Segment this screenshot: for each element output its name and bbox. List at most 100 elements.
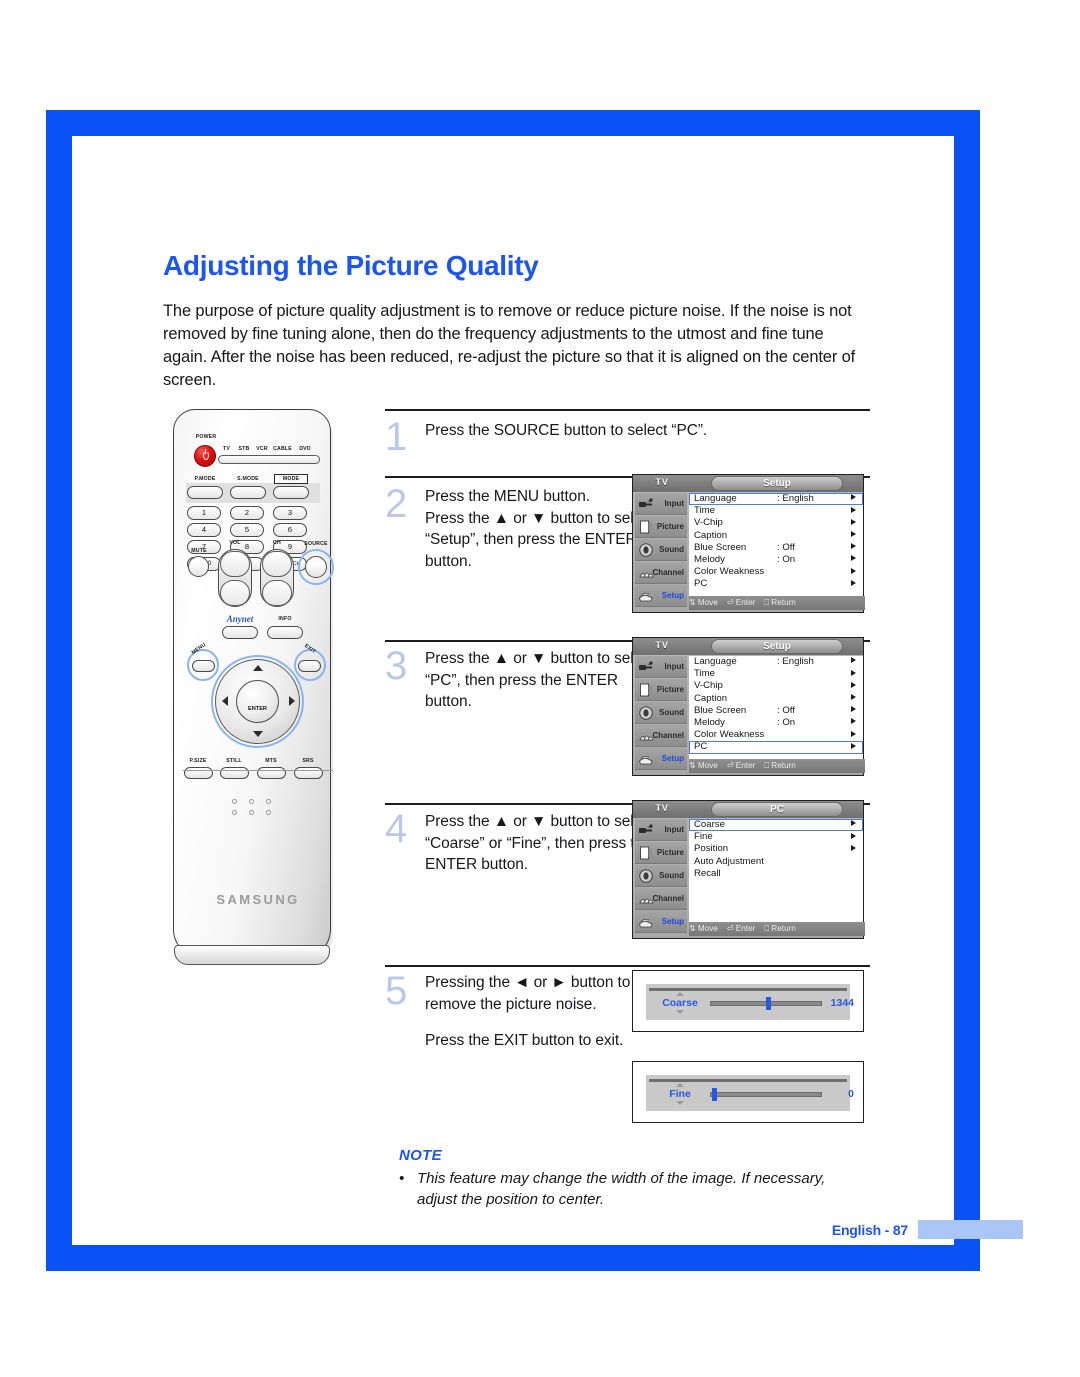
caret-up-icon[interactable] (676, 992, 684, 996)
volume-down-button[interactable] (220, 580, 250, 606)
remote-body: POWER TV STB VCR CABLE DVD P.MODE S.MODE… (173, 409, 334, 959)
osd-sidebar-item-setup[interactable]: Setup (635, 911, 687, 933)
slider-handle[interactable] (766, 997, 771, 1010)
osd-sidebar-item-picture[interactable]: Picture (635, 842, 687, 864)
osd-sidebar-item-picture[interactable]: Picture (635, 516, 687, 538)
keypad-3[interactable]: 3 (273, 506, 307, 520)
channel-rocker[interactable] (260, 549, 294, 607)
caret-up-icon[interactable] (676, 1083, 684, 1087)
return-key-icon: ⎕ (764, 598, 770, 607)
osd-menu-item[interactable]: Caption (689, 693, 863, 705)
dpad-left-icon[interactable] (222, 695, 228, 706)
osd-menu-item[interactable]: Coarse (689, 819, 863, 832)
osd-sidebar-item-sound[interactable]: Sound (635, 865, 687, 887)
volume-up-button[interactable] (220, 551, 250, 577)
osd-item-value: : English (777, 493, 814, 504)
info-button[interactable] (267, 626, 303, 639)
keypad-2[interactable]: 2 (230, 506, 264, 520)
osd-menu-item[interactable]: Language: English (689, 656, 863, 668)
keypad-1[interactable]: 1 (187, 506, 221, 520)
enter-button[interactable] (236, 680, 279, 723)
osd-sidebar-label: Input (664, 662, 684, 671)
osd-menu-item[interactable]: Fine (689, 831, 863, 843)
osd-item-label: Caption (694, 692, 728, 704)
osd-tv-tab[interactable]: TV (641, 640, 683, 651)
osd-pc-menu: TV PC Input Picture Sound Channel Setup Coarse F… (632, 800, 865, 939)
device-selector-bar[interactable] (218, 455, 320, 464)
osd-sidebar-item-channel[interactable]: Channel (635, 562, 687, 584)
osd-menu-item[interactable]: Language: English (689, 493, 863, 506)
channel-up-button[interactable] (262, 551, 292, 577)
dpad-up-icon[interactable] (252, 665, 263, 671)
osd-sidebar-item-channel[interactable]: Channel (635, 888, 687, 910)
still-button[interactable] (220, 767, 249, 779)
osd-menu-item[interactable]: PC (689, 741, 863, 754)
osd-menu-item[interactable]: Color Weakness (689, 566, 863, 578)
chevron-right-icon (851, 530, 856, 537)
osd-sidebar-item-sound[interactable]: Sound (635, 539, 687, 561)
osd-status-return: ⎕ Return (764, 761, 796, 770)
keypad-5[interactable]: 5 (230, 523, 264, 537)
osd-menu-item[interactable]: Caption (689, 530, 863, 542)
keypad-4[interactable]: 4 (187, 523, 221, 537)
osd-menu-item[interactable]: Recall (689, 868, 863, 880)
osd-item-label: Caption (694, 529, 728, 541)
menu-button[interactable] (192, 660, 215, 672)
caret-down-icon[interactable] (676, 1010, 684, 1014)
mute-button[interactable] (188, 556, 209, 577)
osd-sidebar-item-input[interactable]: Input (635, 819, 687, 841)
osd-menu-item[interactable]: Blue Screen: Off (689, 542, 863, 554)
slider-track[interactable] (710, 1092, 822, 1097)
osd-sidebar-item-setup[interactable]: Setup (635, 748, 687, 770)
power-label: POWER (195, 434, 217, 440)
keypad-6[interactable]: 6 (273, 523, 307, 537)
osd-sidebar-item-sound[interactable]: Sound (635, 702, 687, 724)
source-button[interactable] (305, 556, 327, 578)
osd-item-value: : On (777, 716, 796, 728)
p-size-button[interactable] (184, 767, 213, 779)
osd-tv-tab[interactable]: TV (641, 803, 683, 814)
osd-menu-item[interactable]: PC (689, 578, 863, 590)
caret-down-icon[interactable] (676, 1101, 684, 1105)
osd-menu-item[interactable]: Blue Screen: Off (689, 705, 863, 717)
exit-button[interactable] (298, 660, 321, 672)
p-mode-button[interactable] (187, 486, 223, 499)
s-mode-button[interactable] (230, 486, 266, 499)
osd-menu-item[interactable]: Auto Adjustment (689, 856, 863, 868)
osd-tv-tab[interactable]: TV (641, 477, 683, 488)
osd-menu-item[interactable]: Color Weakness (689, 729, 863, 741)
osd-sidebar-item-setup[interactable]: Setup (635, 585, 687, 607)
p-mode-label: P.MODE (194, 476, 216, 482)
dpad-right-icon[interactable] (289, 695, 295, 706)
osd-sidebar-item-input[interactable]: Input (635, 493, 687, 515)
channel-down-button[interactable] (262, 580, 292, 606)
osd-menu-item[interactable]: V-Chip (689, 680, 863, 692)
osd-menu-item[interactable]: Time (689, 668, 863, 680)
osd-item-label: Color Weakness (694, 729, 765, 741)
updown-arrow-icon: ⇅ (689, 598, 696, 607)
osd-sidebar-item-channel[interactable]: Channel (635, 725, 687, 747)
anynet-button[interactable] (222, 626, 258, 639)
osd-item-label: Time (694, 668, 715, 680)
osd-menu-item[interactable]: Time (689, 505, 863, 517)
step-divider-5 (385, 965, 870, 968)
osd-item-label: Color Weakness (694, 566, 765, 578)
osd-menu-item[interactable]: V-Chip (689, 517, 863, 529)
mts-button[interactable] (257, 767, 286, 779)
osd-sidebar-label: Input (664, 499, 684, 508)
srs-button[interactable] (294, 767, 323, 779)
mode-button[interactable] (273, 486, 309, 499)
osd-sidebar-item-input[interactable]: Input (635, 656, 687, 678)
osd-sidebar-item-picture[interactable]: Picture (635, 679, 687, 701)
osd-item-label: Position (694, 843, 729, 855)
osd-menu-item[interactable]: Position (689, 843, 863, 855)
step-text-exit: Press the EXIT button to exit. (425, 1032, 624, 1049)
osd-menu-item[interactable]: Melody: On (689, 554, 863, 566)
dpad-down-icon[interactable] (252, 731, 263, 737)
note-bullet: • (399, 1170, 405, 1187)
slider-handle[interactable] (712, 1088, 718, 1101)
slider-label: Coarse (662, 997, 698, 1009)
osd-status-move: ⇅ Move (689, 924, 718, 933)
volume-rocker[interactable] (218, 549, 252, 607)
osd-menu-item[interactable]: Melody: On (689, 717, 863, 729)
